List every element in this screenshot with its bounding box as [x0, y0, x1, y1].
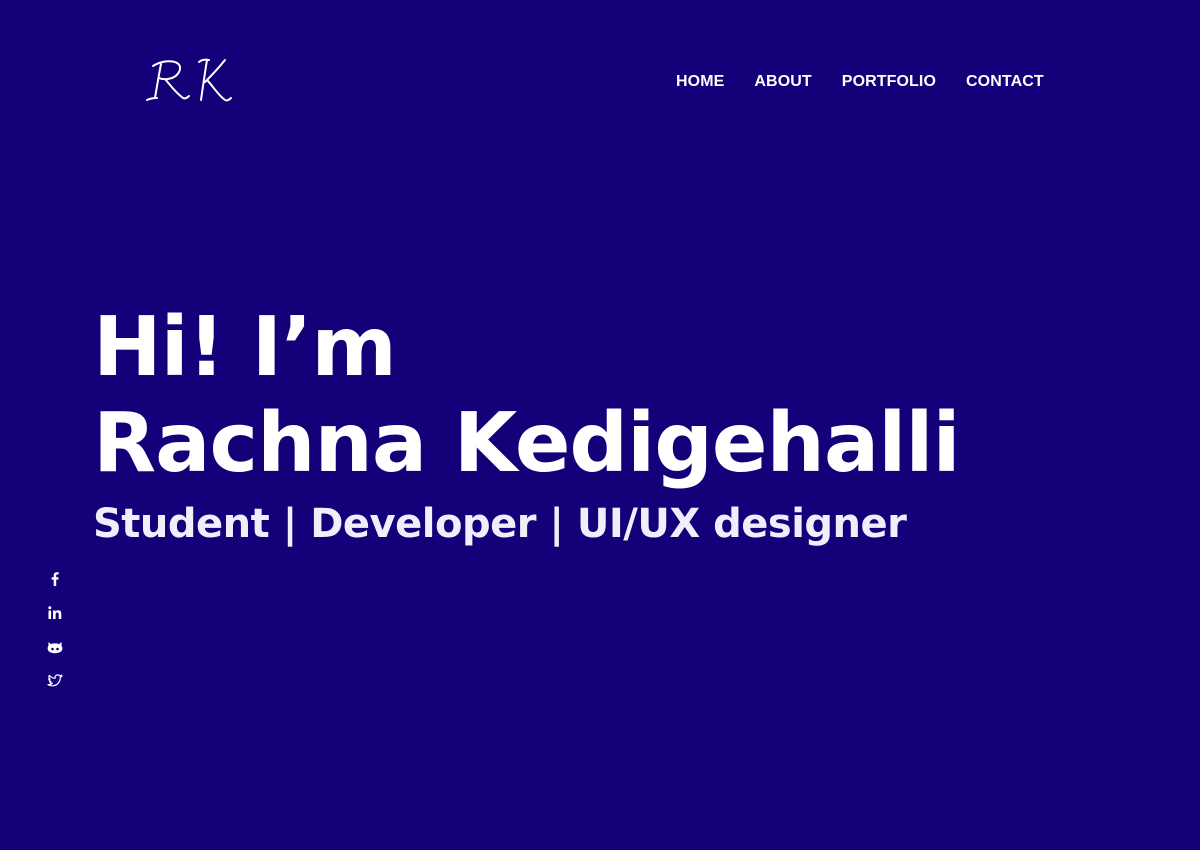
hero-tagline: Student | Developer | UI/UX designer — [93, 501, 907, 547]
twitter-link[interactable] — [46, 672, 64, 690]
main-nav: HOME ABOUT PORTFOLIO CONTACT — [676, 72, 1044, 92]
hero-greeting: Hi! I’m — [93, 300, 397, 395]
hero-name: Rachna Kedigehalli — [93, 396, 961, 491]
github-link[interactable] — [46, 638, 64, 656]
social-links — [46, 570, 64, 706]
linkedin-icon — [48, 606, 62, 619]
logo-link[interactable] — [145, 52, 235, 108]
facebook-icon — [51, 572, 59, 586]
nav-contact-link[interactable]: CONTACT — [966, 72, 1044, 92]
nav-home-link[interactable]: HOME — [676, 72, 724, 92]
twitter-icon — [47, 674, 63, 687]
nav-about-link[interactable]: ABOUT — [754, 72, 811, 92]
hero: Hi! I’m Rachna Kedigehalli — [93, 300, 961, 492]
page: HOME ABOUT PORTFOLIO CONTACT Hi! I’m Rac… — [0, 0, 1200, 850]
facebook-link[interactable] — [46, 570, 64, 588]
github-icon — [47, 642, 63, 654]
logo-rk-script — [146, 58, 232, 102]
nav-portfolio-link[interactable]: PORTFOLIO — [842, 72, 936, 92]
linkedin-link[interactable] — [46, 604, 64, 622]
